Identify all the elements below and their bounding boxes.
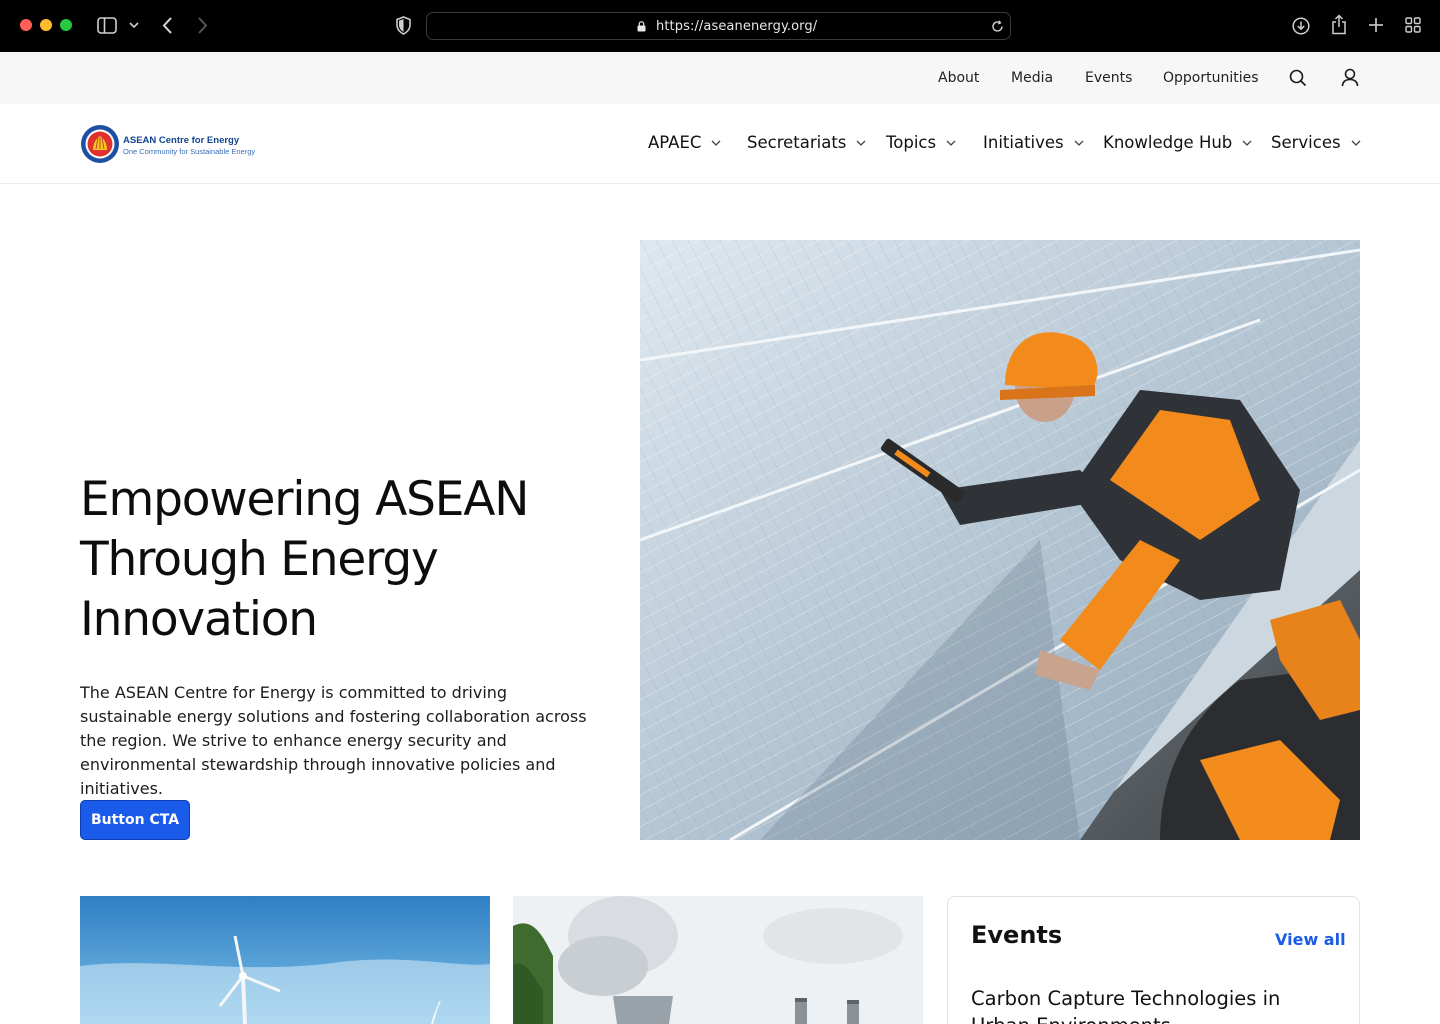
nav-label: Initiatives <box>983 133 1064 152</box>
search-icon[interactable] <box>1289 69 1307 87</box>
nav-item-topics[interactable]: Topics <box>886 133 956 152</box>
chevron-down-icon <box>711 140 721 146</box>
sidebar-icon[interactable] <box>97 17 117 34</box>
download-icon[interactable] <box>1292 17 1310 35</box>
plus-icon[interactable] <box>1368 17 1384 33</box>
browser-toolbar: https://aseanenergy.org/ <box>0 0 1440 52</box>
nav-item-initiatives[interactable]: Initiatives <box>983 133 1084 152</box>
util-link-media[interactable]: Media <box>1011 70 1053 86</box>
asean-emblem-icon <box>81 125 119 163</box>
hero-title: Empowering ASEAN Through Energy Innovati… <box>80 472 529 647</box>
solar-panel-illustration <box>640 240 1360 840</box>
chevron-down-icon <box>1074 140 1084 146</box>
chevron-down-icon <box>946 140 956 146</box>
maximize-window-button[interactable] <box>60 19 72 31</box>
nav-label: Services <box>1271 133 1341 152</box>
share-icon[interactable] <box>1331 14 1347 35</box>
minimize-window-button[interactable] <box>40 19 52 31</box>
reload-icon[interactable] <box>991 20 1004 33</box>
user-icon[interactable] <box>1341 68 1359 87</box>
event-item-title[interactable]: Carbon Capture Technologies in Urban Env… <box>971 985 1331 1024</box>
util-link-opportunities[interactable]: Opportunities <box>1163 70 1259 86</box>
events-title: Events <box>971 921 1063 949</box>
card-image-wind-turbines[interactable] <box>80 896 490 1024</box>
forward-icon[interactable] <box>197 16 209 35</box>
tabs-icon[interactable] <box>1405 17 1421 33</box>
ace-logo[interactable]: ASEAN Centre for Energy One Community fo… <box>80 124 280 166</box>
util-link-about[interactable]: About <box>938 70 979 86</box>
nav-label: APAEC <box>648 133 702 152</box>
hero-cta-button[interactable]: Button CTA <box>80 800 190 840</box>
hero-description: The ASEAN Centre for Energy is committed… <box>80 683 587 798</box>
logo-title: ASEAN Centre for Energy <box>123 135 240 146</box>
chevron-down-icon <box>856 140 866 146</box>
chevron-down-icon <box>1351 140 1361 146</box>
back-icon[interactable] <box>161 16 173 35</box>
util-link-events[interactable]: Events <box>1085 70 1132 86</box>
lock-icon <box>637 21 646 32</box>
chevron-down-icon <box>1242 140 1252 146</box>
url-text: https://aseanenergy.org/ <box>656 19 818 34</box>
events-card: Events View all Carbon Capture Technolog… <box>947 896 1360 1024</box>
nav-item-secretariats[interactable]: Secretariats <box>747 133 866 152</box>
card-image-power-plant[interactable] <box>513 896 923 1024</box>
nav-label: Secretariats <box>747 133 847 152</box>
address-bar[interactable]: https://aseanenergy.org/ <box>426 12 1011 40</box>
main-nav: ASEAN Centre for Energy One Community fo… <box>0 104 1440 184</box>
nav-item-services[interactable]: Services <box>1271 133 1361 152</box>
nav-label: Topics <box>886 133 937 152</box>
wind-turbine-illustration <box>80 896 490 1024</box>
close-window-button[interactable] <box>20 19 32 31</box>
shield-icon[interactable] <box>396 16 411 35</box>
chevron-down-icon[interactable] <box>129 22 139 29</box>
events-view-all-link[interactable]: View all <box>1275 930 1346 949</box>
nav-item-knowledge-hub[interactable]: Knowledge Hub <box>1103 133 1252 152</box>
utility-nav: About Media Events Opportunities <box>0 52 1440 104</box>
hero-image-solar-worker <box>640 240 1360 840</box>
nav-label: Knowledge Hub <box>1103 133 1233 152</box>
power-plant-illustration <box>513 896 923 1024</box>
logo-tagline: One Community for Sustainable Energy <box>123 147 256 156</box>
nav-item-apaec[interactable]: APAEC <box>648 133 721 152</box>
